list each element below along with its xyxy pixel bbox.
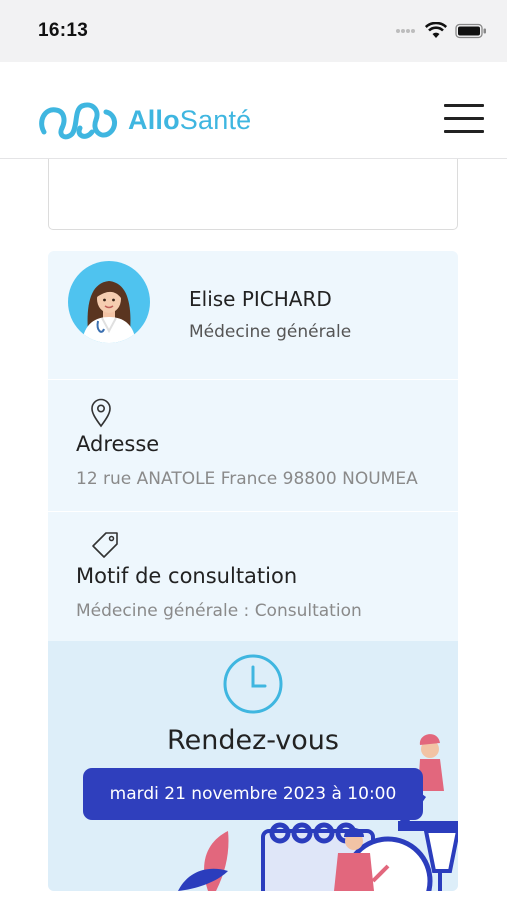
- brand-logo[interactable]: AlloSanté: [36, 98, 251, 142]
- doctor-section: Elise PICHARD Médecine générale: [48, 251, 458, 380]
- appointment-card: Elise PICHARD Médecine générale Adresse …: [48, 251, 458, 891]
- menu-bar-icon: [444, 117, 484, 120]
- address-label: Adresse: [76, 432, 160, 456]
- motif-label: Motif de consultation: [76, 564, 298, 588]
- motif-section: Motif de consultation Médecine générale …: [48, 512, 458, 644]
- doctor-avatar: [68, 261, 150, 343]
- brand-name: AlloSanté: [128, 104, 252, 135]
- tag-icon: [92, 532, 118, 558]
- wifi-icon: [425, 22, 447, 38]
- appointment-date-button[interactable]: mardi 21 novembre 2023 à 10:00: [83, 768, 423, 820]
- doctor-name: Elise PICHARD: [189, 287, 332, 311]
- doctor-specialty: Médecine générale: [189, 322, 352, 342]
- address-value: 12 rue ANATOLE France 98800 NOUMEA: [76, 469, 418, 489]
- address-section: Adresse 12 rue ANATOLE France 98800 NOUM…: [48, 380, 458, 512]
- status-icons: [395, 22, 487, 39]
- doctor-avatar-illustration: [82, 281, 136, 343]
- app-header: AlloSanté: [0, 62, 507, 159]
- clock-icon: [223, 654, 283, 714]
- previous-card: [48, 159, 458, 230]
- main-content: Elise PICHARD Médecine générale Adresse …: [0, 159, 507, 900]
- signal-icon: [396, 28, 415, 33]
- motif-value: Médecine générale : Consultation: [76, 601, 362, 621]
- stethoscope-logo-icon: [39, 102, 117, 140]
- location-pin-icon: [91, 398, 111, 428]
- menu-bar-icon: [444, 130, 484, 133]
- battery-icon: [455, 23, 486, 38]
- appointment-section: Rendez-vous mardi 21 novembre 2023 à 10:…: [48, 641, 458, 891]
- menu-bar-icon: [444, 104, 484, 107]
- status-bar: 16:13: [0, 0, 507, 62]
- hamburger-menu-button[interactable]: [444, 102, 486, 134]
- status-time: 16:13: [38, 20, 89, 41]
